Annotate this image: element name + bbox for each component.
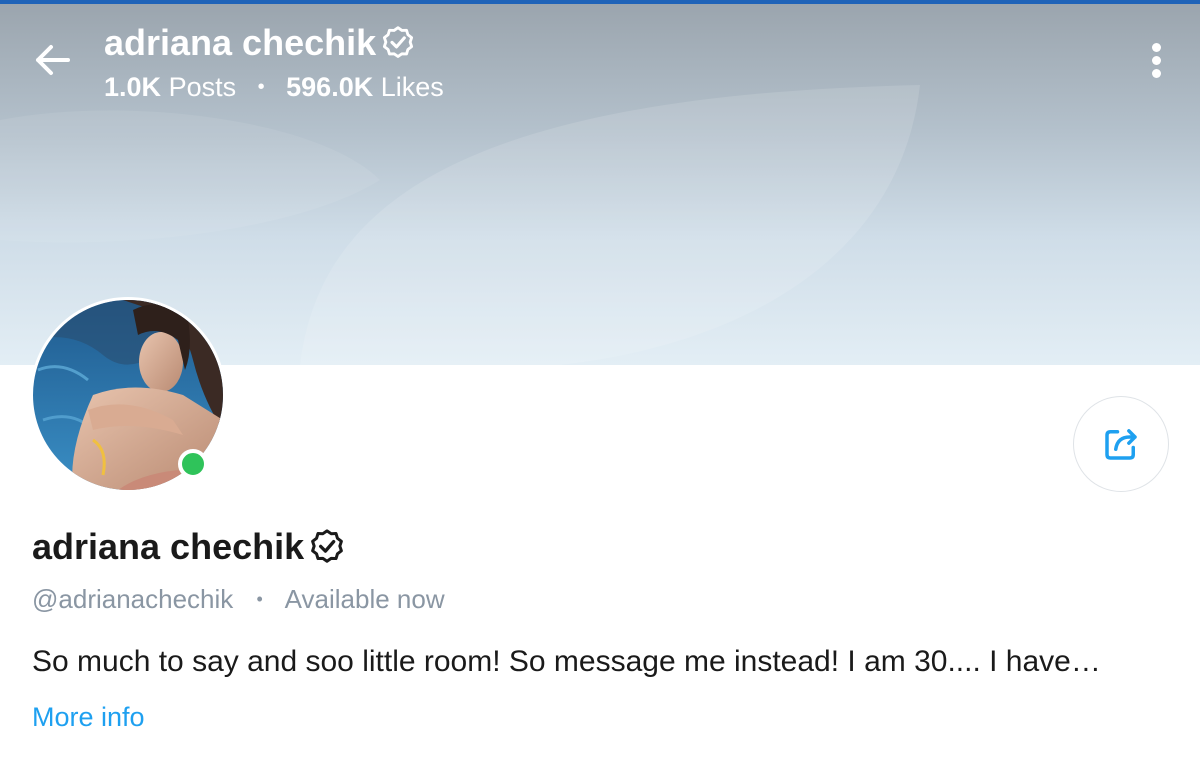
profile-name: adriana chechik: [32, 526, 346, 568]
header-display-name: adriana chechik: [104, 22, 377, 63]
header-title: adriana chechik: [104, 22, 416, 64]
more-options-button[interactable]: [1136, 40, 1176, 80]
arrow-left-icon: [36, 45, 70, 75]
header-stats: 1.0K Posts • 596.0K Likes: [104, 72, 444, 103]
more-info-link[interactable]: More info: [32, 702, 145, 733]
verified-badge-icon: [380, 25, 416, 61]
verified-badge-icon: [308, 528, 346, 566]
online-status-indicator: [178, 449, 208, 479]
posts-count: 1.0K: [104, 72, 162, 102]
subline-separator: •: [256, 589, 263, 609]
top-accent-line: [0, 0, 1200, 4]
stats-separator: •: [257, 76, 265, 98]
share-icon: [1105, 429, 1137, 460]
profile-subline: @adrianachechik • Available now: [32, 584, 445, 615]
profile-display-name: adriana chechik: [32, 526, 305, 567]
more-vertical-icon-dot: [1151, 68, 1161, 78]
more-vertical-icon-dot: [1151, 42, 1161, 52]
profile-bio: So much to say and soo little room! So m…: [32, 645, 1101, 678]
share-button[interactable]: [1073, 396, 1169, 492]
profile-handle[interactable]: @adrianachechik: [32, 584, 233, 614]
posts-label: Posts: [168, 72, 237, 102]
availability-status: Available now: [284, 584, 445, 614]
likes-count: 596.0K: [286, 72, 374, 102]
likes-label: Likes: [380, 72, 444, 102]
back-button[interactable]: [28, 36, 76, 84]
more-vertical-icon-dot: [1151, 55, 1161, 65]
